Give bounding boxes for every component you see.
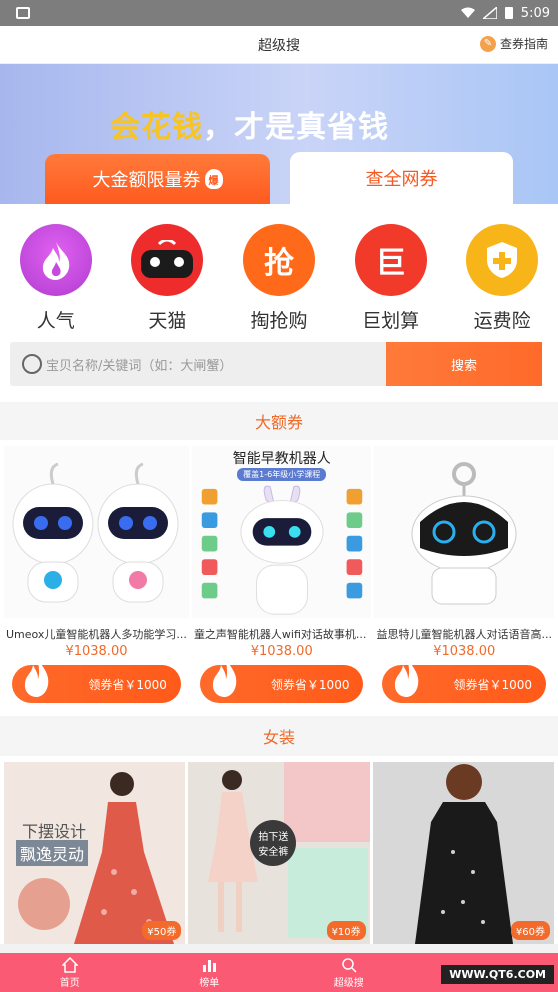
clock: 5:09 bbox=[520, 5, 550, 21]
image-title: 智能早教机器人 bbox=[232, 451, 331, 467]
fashion-product-list: 下摆设计 飘逸灵动 ¥50券 拍下送 安全裤 ¥10券 ¥60券 bbox=[0, 756, 558, 944]
coupon-tag: ¥60券 bbox=[510, 921, 550, 940]
coupon-label: 领券省￥1000 bbox=[88, 677, 167, 692]
category-row: 人气 天猫 抢 掏抢购 巨 巨划算 运费险 bbox=[0, 204, 558, 334]
slogan-rest: ，才是真省钱 bbox=[203, 110, 389, 145]
category-label: 巨划算 bbox=[362, 310, 420, 332]
fashion-product-card[interactable]: 拍下送 安全裤 ¥10券 bbox=[188, 762, 370, 944]
flame-icon bbox=[395, 657, 419, 697]
bottom-tab-bar: 首页 榜单 超级搜 WWW.QT6.COM bbox=[0, 953, 558, 992]
search-button[interactable]: 搜索 bbox=[386, 342, 542, 386]
product-name: 益思特儿童智能机器人对话语音高... bbox=[376, 628, 552, 641]
category-label: 掏抢购 bbox=[250, 310, 308, 332]
search-icon bbox=[22, 354, 42, 374]
hot-badge-icon: 爆 bbox=[204, 169, 223, 189]
search-icon bbox=[342, 957, 357, 973]
status-bar: 5:09 bbox=[0, 0, 558, 26]
tab-all-coupon[interactable]: 查全网券 bbox=[290, 152, 513, 204]
category-tmall[interactable]: 天猫 bbox=[122, 224, 212, 334]
compass-icon: ✎ bbox=[479, 35, 496, 52]
category-label: 人气 bbox=[36, 310, 75, 332]
banner-slogan: 会花钱，才是真省钱 bbox=[110, 102, 389, 146]
category-shipping-insurance[interactable]: 运费险 bbox=[457, 224, 547, 334]
tab-all-coupon-label: 查全网券 bbox=[365, 169, 438, 190]
coupon-button[interactable]: 领券省￥1000 bbox=[199, 657, 364, 703]
coupon-tag: ¥50券 bbox=[142, 921, 182, 940]
flame-icon bbox=[212, 657, 237, 697]
ju-icon: 巨 bbox=[354, 224, 427, 296]
coupon-tag: ¥10券 bbox=[326, 921, 366, 940]
product-card[interactable]: 益思特儿童智能机器人对话语音高... ¥1038.00 领券省￥1000 bbox=[374, 446, 554, 710]
category-label: 运费险 bbox=[473, 310, 531, 332]
search-placeholder: 宝贝名称/关键词（如：大闸蟹） bbox=[46, 358, 233, 374]
grab-icon: 抢 bbox=[242, 224, 315, 296]
tab-super-search[interactable]: 超级搜 bbox=[279, 953, 419, 992]
shield-plus-icon bbox=[466, 224, 539, 296]
overlay-text-1: 拍下送 bbox=[258, 832, 289, 843]
tab-ranking[interactable]: 榜单 bbox=[140, 953, 280, 992]
tab-label: 榜单 bbox=[199, 977, 220, 989]
slogan-highlight: 会花钱 bbox=[110, 110, 203, 145]
no-signal-icon bbox=[480, 5, 498, 20]
big-coupon-product-list: Umeox儿童智能机器人多功能学习... ¥1038.00 领券省￥1000 智… bbox=[0, 440, 558, 716]
category-flash-sale[interactable]: 抢 掏抢购 bbox=[234, 224, 324, 334]
fire-icon bbox=[19, 224, 92, 296]
category-popular[interactable]: 人气 bbox=[11, 224, 101, 334]
tab-big-coupon[interactable]: 大金额限量券 爆 bbox=[45, 154, 270, 204]
fashion-product-card[interactable]: ¥60券 bbox=[372, 762, 554, 944]
coupon-guide-link[interactable]: ✎ 查券指南 bbox=[479, 35, 548, 52]
overlay-badge: 拍下送 安全裤 bbox=[250, 820, 297, 866]
wifi-icon bbox=[460, 7, 475, 19]
overlay-text-1: 下摆设计 bbox=[22, 822, 87, 841]
overlay-text-2: 安全裤 bbox=[258, 847, 289, 858]
section-title-womens: 女装 bbox=[0, 716, 558, 756]
section-title-big-coupon: 大额券 bbox=[0, 402, 558, 440]
search-input[interactable]: 宝贝名称/关键词（如：大闸蟹） bbox=[10, 342, 386, 386]
coupon-button[interactable]: 领券省￥1000 bbox=[12, 657, 181, 703]
product-card[interactable]: Umeox儿童智能机器人多功能学习... ¥1038.00 领券省￥1000 bbox=[4, 446, 189, 710]
page-title: 超级搜 bbox=[258, 37, 300, 54]
fashion-product-card[interactable]: 下摆设计 飘逸灵动 ¥50券 bbox=[4, 762, 186, 944]
tab-label: 超级搜 bbox=[333, 977, 364, 989]
top-bar: 超级搜 ✎ 查券指南 bbox=[0, 26, 558, 64]
home-icon bbox=[61, 956, 78, 973]
coupon-button[interactable]: 领券省￥1000 bbox=[382, 657, 546, 703]
product-image bbox=[374, 446, 554, 618]
coupon-guide-label: 查券指南 bbox=[499, 37, 548, 51]
chart-icon bbox=[203, 959, 217, 972]
product-image: 智能早教机器人 覆盖1-6年级小学课程 bbox=[191, 446, 372, 618]
search-bar: 宝贝名称/关键词（如：大闸蟹） 搜索 bbox=[0, 334, 558, 402]
tab-label: 首页 bbox=[59, 977, 80, 989]
category-ju[interactable]: 巨 巨划算 bbox=[346, 224, 436, 334]
promo-banner: 会花钱，才是真省钱 大金额限量券 爆 查全网券 bbox=[0, 64, 558, 204]
product-name: Umeox儿童智能机器人多功能学习... bbox=[6, 628, 187, 641]
product-card[interactable]: 智能早教机器人 覆盖1-6年级小学课程 童之声智能机器人wifi对话故事机...… bbox=[191, 446, 372, 710]
flame-icon bbox=[24, 657, 49, 697]
battery-icon bbox=[504, 7, 513, 19]
watermark: WWW.QT6.COM bbox=[441, 965, 554, 984]
image-subtitle: 覆盖1-6年级小学课程 bbox=[237, 468, 327, 481]
category-label: 天猫 bbox=[148, 310, 187, 332]
coupon-label: 领券省￥1000 bbox=[453, 677, 532, 692]
tab-home[interactable]: 首页 bbox=[0, 953, 140, 992]
product-name: 童之声智能机器人wifi对话故事机... bbox=[193, 628, 367, 641]
tab-big-coupon-label: 大金额限量券 bbox=[92, 170, 201, 191]
tmall-bag-icon bbox=[131, 224, 204, 296]
screenshot-icon bbox=[16, 7, 30, 19]
coupon-label: 领券省￥1000 bbox=[270, 677, 350, 692]
overlay-text-2: 飘逸灵动 bbox=[16, 840, 89, 866]
product-image bbox=[4, 446, 189, 618]
